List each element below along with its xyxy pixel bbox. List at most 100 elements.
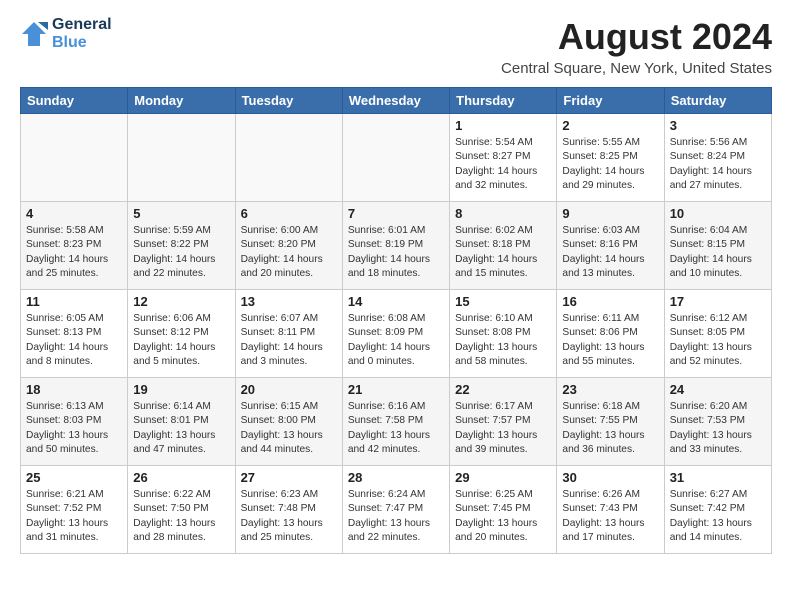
calendar-cell: 17 Sunrise: 6:12 AM Sunset: 8:05 PM Dayli… xyxy=(664,290,771,378)
day-number: 31 xyxy=(670,470,766,485)
cell-content: Sunrise: 6:12 AM Sunset: 8:05 PM Dayligh… xyxy=(670,312,766,369)
cell-content: Sunrise: 6:16 AM Sunset: 7:58 PM Dayligh… xyxy=(348,400,444,457)
calendar-cell: 27Sunrise: 6:23 AM Sunset: 7:48 PM Dayli… xyxy=(235,466,342,554)
cell-content: Sunrise: 6:27 AM Sunset: 7:42 PM Dayligh… xyxy=(670,488,766,545)
logo-icon xyxy=(20,20,48,48)
cell-content: Sunrise: 6:15 AM Sunset: 8:00 PM Dayligh… xyxy=(241,400,337,457)
cell-content: Sunrise: 6:24 AM Sunset: 7:47 PM Dayligh… xyxy=(348,488,444,545)
cell-content: Sunrise: 6:11 AM Sunset: 8:06 PM Dayligh… xyxy=(562,312,658,369)
calendar-cell: 25Sunrise: 6:21 AM Sunset: 7:52 PM Dayli… xyxy=(21,466,128,554)
logo-line1: General xyxy=(52,16,112,33)
cell-content: Sunrise: 5:59 AM Sunset: 8:22 PM Dayligh… xyxy=(133,224,229,281)
calendar-week-row: 18 Sunrise: 6:13 AM Sunset: 8:03 PM Dayli… xyxy=(21,378,772,466)
calendar-cell: 1 Sunrise: 5:54 AM Sunset: 8:27 PM Daylig… xyxy=(450,114,557,202)
col-header-tuesday: Tuesday xyxy=(235,88,342,114)
cell-content: Sunrise: 5:56 AM Sunset: 8:24 PM Dayligh… xyxy=(670,136,766,193)
day-number: 18 xyxy=(26,382,122,397)
cell-content: Sunrise: 6:10 AM Sunset: 8:08 PM Dayligh… xyxy=(455,312,551,369)
day-number: 13 xyxy=(241,294,337,309)
day-number: 20 xyxy=(241,382,337,397)
day-number: 8 xyxy=(455,206,551,221)
logo: General Blue xyxy=(20,16,112,51)
day-number: 3 xyxy=(670,118,766,133)
calendar-cell xyxy=(21,114,128,202)
col-header-sunday: Sunday xyxy=(21,88,128,114)
col-header-wednesday: Wednesday xyxy=(342,88,449,114)
calendar-cell: 19Sunrise: 6:14 AM Sunset: 8:01 PM Dayli… xyxy=(128,378,235,466)
cell-content: Sunrise: 5:54 AM Sunset: 8:27 PM Dayligh… xyxy=(455,136,551,193)
calendar-cell: 26Sunrise: 6:22 AM Sunset: 7:50 PM Dayli… xyxy=(128,466,235,554)
day-number: 27 xyxy=(241,470,337,485)
cell-content: Sunrise: 6:17 AM Sunset: 7:57 PM Dayligh… xyxy=(455,400,551,457)
day-number: 28 xyxy=(348,470,444,485)
day-number: 2 xyxy=(562,118,658,133)
calendar-cell: 23 Sunrise: 6:18 AM Sunset: 7:55 PM Dayli… xyxy=(557,378,664,466)
cell-content: Sunrise: 6:13 AM Sunset: 8:03 PM Dayligh… xyxy=(26,400,122,457)
calendar-cell: 18 Sunrise: 6:13 AM Sunset: 8:03 PM Dayli… xyxy=(21,378,128,466)
calendar-cell: 29 Sunrise: 6:25 AM Sunset: 7:45 PM Dayli… xyxy=(450,466,557,554)
calendar-cell xyxy=(342,114,449,202)
day-number: 1 xyxy=(455,118,551,133)
day-number: 11 xyxy=(26,294,122,309)
day-number: 12 xyxy=(133,294,229,309)
cell-content: Sunrise: 6:01 AM Sunset: 8:19 PM Dayligh… xyxy=(348,224,444,281)
calendar-cell: 6 Sunrise: 6:00 AM Sunset: 8:20 PM Daylig… xyxy=(235,202,342,290)
calendar-cell: 28 Sunrise: 6:24 AM Sunset: 7:47 PM Dayli… xyxy=(342,466,449,554)
cell-content: Sunrise: 6:05 AM Sunset: 8:13 PM Dayligh… xyxy=(26,312,122,369)
col-header-thursday: Thursday xyxy=(450,88,557,114)
calendar-cell: 24 Sunrise: 6:20 AM Sunset: 7:53 PM Dayli… xyxy=(664,378,771,466)
col-header-monday: Monday xyxy=(128,88,235,114)
day-number: 5 xyxy=(133,206,229,221)
cell-content: Sunrise: 6:08 AM Sunset: 8:09 PM Dayligh… xyxy=(348,312,444,369)
day-number: 22 xyxy=(455,382,551,397)
calendar-cell: 8 Sunrise: 6:02 AM Sunset: 8:18 PM Daylig… xyxy=(450,202,557,290)
day-number: 25 xyxy=(26,470,122,485)
calendar-cell: 20 Sunrise: 6:15 AM Sunset: 8:00 PM Dayli… xyxy=(235,378,342,466)
day-number: 23 xyxy=(562,382,658,397)
day-number: 16 xyxy=(562,294,658,309)
cell-content: Sunrise: 6:04 AM Sunset: 8:15 PM Dayligh… xyxy=(670,224,766,281)
calendar-cell: 14 Sunrise: 6:08 AM Sunset: 8:09 PM Dayli… xyxy=(342,290,449,378)
cell-content: Sunrise: 5:55 AM Sunset: 8:25 PM Dayligh… xyxy=(562,136,658,193)
day-number: 6 xyxy=(241,206,337,221)
day-number: 15 xyxy=(455,294,551,309)
day-number: 21 xyxy=(348,382,444,397)
calendar-cell: 10 Sunrise: 6:04 AM Sunset: 8:15 PM Dayli… xyxy=(664,202,771,290)
calendar-cell: 9Sunrise: 6:03 AM Sunset: 8:16 PM Daylig… xyxy=(557,202,664,290)
day-number: 14 xyxy=(348,294,444,309)
cell-content: Sunrise: 6:20 AM Sunset: 7:53 PM Dayligh… xyxy=(670,400,766,457)
col-header-friday: Friday xyxy=(557,88,664,114)
day-number: 19 xyxy=(133,382,229,397)
cell-content: Sunrise: 6:03 AM Sunset: 8:16 PM Dayligh… xyxy=(562,224,658,281)
day-number: 7 xyxy=(348,206,444,221)
calendar-cell: 15 Sunrise: 6:10 AM Sunset: 8:08 PM Dayli… xyxy=(450,290,557,378)
calendar-cell: 12 Sunrise: 6:06 AM Sunset: 8:12 PM Dayli… xyxy=(128,290,235,378)
calendar-cell: 30 Sunrise: 6:26 AM Sunset: 7:43 PM Dayli… xyxy=(557,466,664,554)
calendar-week-row: 25Sunrise: 6:21 AM Sunset: 7:52 PM Dayli… xyxy=(21,466,772,554)
col-header-saturday: Saturday xyxy=(664,88,771,114)
cell-content: Sunrise: 6:06 AM Sunset: 8:12 PM Dayligh… xyxy=(133,312,229,369)
day-number: 30 xyxy=(562,470,658,485)
calendar-cell: 22 Sunrise: 6:17 AM Sunset: 7:57 PM Dayli… xyxy=(450,378,557,466)
cell-content: Sunrise: 6:26 AM Sunset: 7:43 PM Dayligh… xyxy=(562,488,658,545)
day-number: 24 xyxy=(670,382,766,397)
day-number: 10 xyxy=(670,206,766,221)
cell-content: Sunrise: 6:02 AM Sunset: 8:18 PM Dayligh… xyxy=(455,224,551,281)
calendar-week-row: 1 Sunrise: 5:54 AM Sunset: 8:27 PM Daylig… xyxy=(21,114,772,202)
logo-line2: Blue xyxy=(52,34,87,51)
day-number: 26 xyxy=(133,470,229,485)
calendar-cell xyxy=(235,114,342,202)
day-number: 17 xyxy=(670,294,766,309)
calendar-table: SundayMondayTuesdayWednesdayThursdayFrid… xyxy=(20,87,772,554)
day-number: 4 xyxy=(26,206,122,221)
calendar-cell: 16 Sunrise: 6:11 AM Sunset: 8:06 PM Dayli… xyxy=(557,290,664,378)
cell-content: Sunrise: 6:00 AM Sunset: 8:20 PM Dayligh… xyxy=(241,224,337,281)
cell-content: Sunrise: 6:25 AM Sunset: 7:45 PM Dayligh… xyxy=(455,488,551,545)
page-header: General Blue August 2024 Central Square,… xyxy=(20,16,772,77)
cell-content: Sunrise: 6:18 AM Sunset: 7:55 PM Dayligh… xyxy=(562,400,658,457)
calendar-cell xyxy=(128,114,235,202)
day-number: 29 xyxy=(455,470,551,485)
calendar-cell: 5 Sunrise: 5:59 AM Sunset: 8:22 PM Daylig… xyxy=(128,202,235,290)
calendar-cell: 3 Sunrise: 5:56 AM Sunset: 8:24 PM Daylig… xyxy=(664,114,771,202)
calendar-week-row: 11 Sunrise: 6:05 AM Sunset: 8:13 PM Dayli… xyxy=(21,290,772,378)
